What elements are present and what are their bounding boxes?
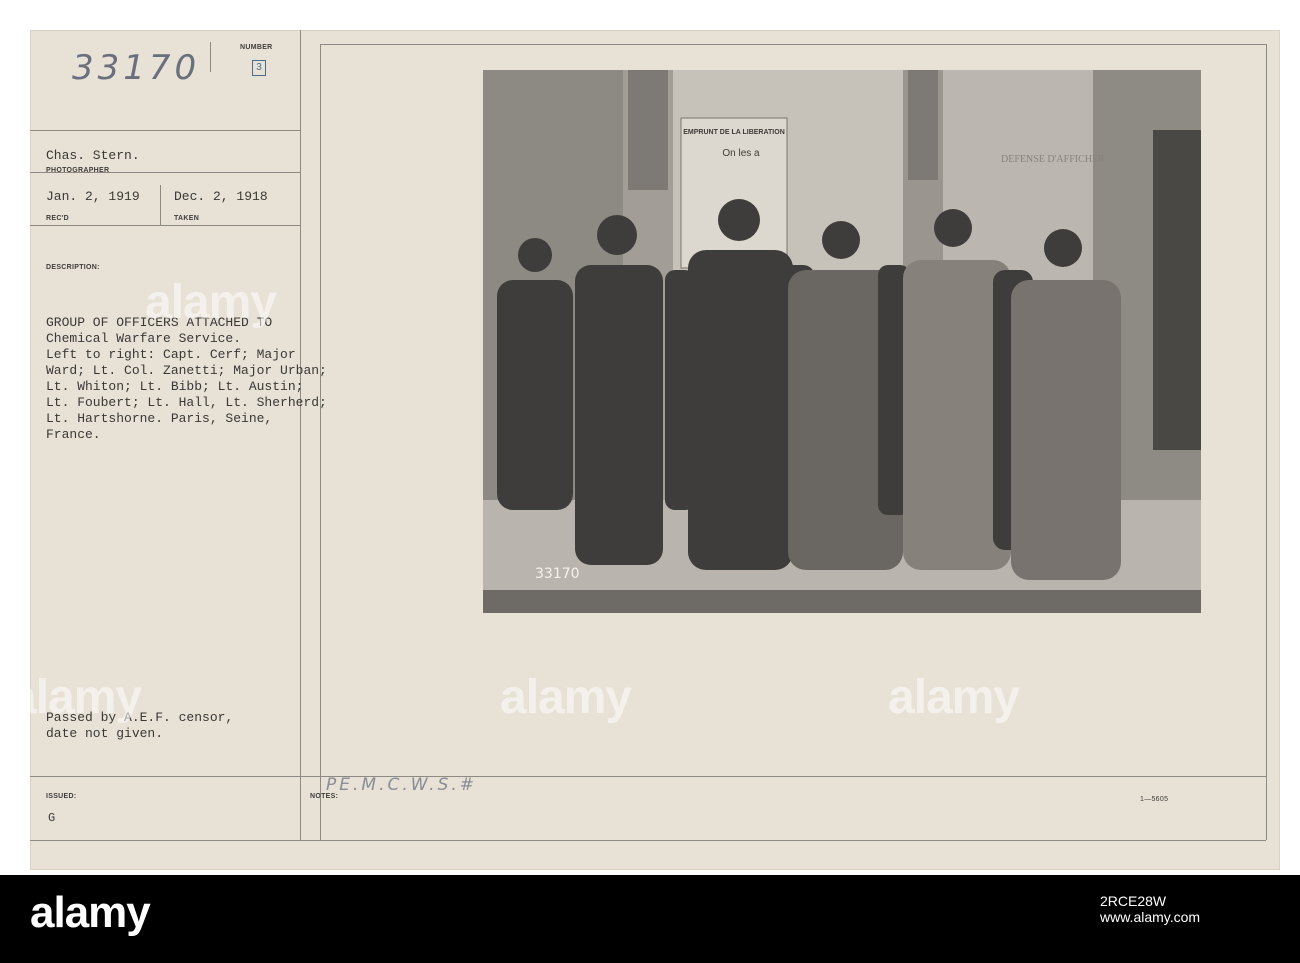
issued-value: G: [48, 811, 56, 825]
description-label: DESCRIPTION:: [46, 264, 100, 271]
received-date: Jan. 2, 1919: [46, 189, 140, 204]
number-stamp: 3: [252, 60, 266, 76]
liberation-loan-poster: EMPRUNT DE LA LIBERATION On les a: [680, 117, 788, 269]
photo-frame-rule: [320, 44, 1266, 45]
stock-site: www.alamy.com: [1100, 909, 1201, 925]
stock-image-id: 2RCE28W: [1100, 893, 1167, 909]
form-number: 1—5605: [1140, 796, 1169, 803]
bottom-divider-h: [30, 776, 1266, 777]
censor-note: Passed by A.E.F. censor, date not given.: [46, 710, 234, 741]
number-handwritten: 33170: [72, 48, 201, 88]
received-label: REC'D: [46, 215, 69, 222]
issued-label: ISSUED:: [46, 793, 77, 800]
bottom-bar-rule: [30, 840, 1266, 841]
photo-frame-right: [1266, 44, 1267, 840]
archive-card: 33170 NUMBER 3 Chas. Stern. PHOTOGRAPHER…: [10, 30, 1280, 870]
watermark-3: alamy: [888, 671, 1020, 724]
photographer-name: Chas. Stern.: [46, 148, 140, 163]
wall-text: DEFENSE D'AFFICHER: [1001, 154, 1105, 165]
watermark-4: alamy: [500, 671, 632, 724]
group-photograph: EMPRUNT DE LA LIBERATION On les a DEFENS…: [483, 70, 1201, 613]
taken-label: TAKEN: [174, 215, 200, 222]
number-label: NUMBER: [240, 44, 273, 51]
stock-logo: alamy: [30, 888, 151, 937]
taken-date: Dec. 2, 1918: [174, 189, 268, 204]
number-divider-v: [210, 42, 211, 72]
poster-line2: On les a: [722, 148, 760, 159]
date-divider-h: [30, 225, 300, 226]
photographer-label: PHOTOGRAPHER: [46, 167, 110, 174]
stock-image-meta: 2RCE28W www.alamy.com: [1100, 893, 1200, 925]
poster-line1: EMPRUNT DE LA LIBERATION: [683, 129, 785, 136]
negative-number: 33170: [535, 566, 580, 582]
description-text: GROUP OF OFFICERS ATTACHED TO Chemical W…: [46, 315, 327, 442]
date-divider-v: [160, 185, 161, 225]
number-divider-h: [30, 130, 300, 131]
notes-handwritten: PE.M.C.W.S.#: [326, 775, 478, 795]
